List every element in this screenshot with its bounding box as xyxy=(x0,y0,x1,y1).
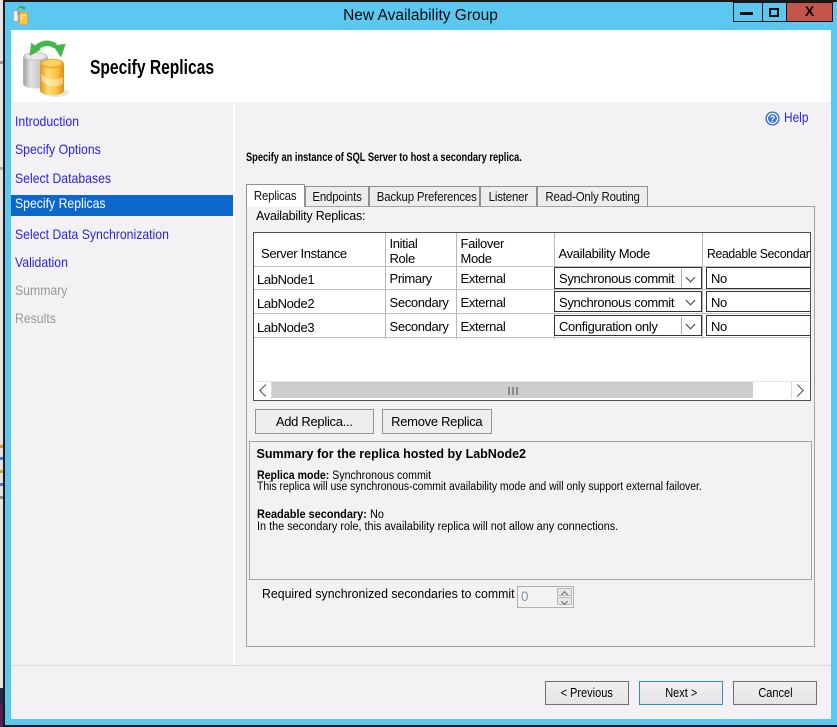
svg-text:?: ? xyxy=(770,113,776,123)
